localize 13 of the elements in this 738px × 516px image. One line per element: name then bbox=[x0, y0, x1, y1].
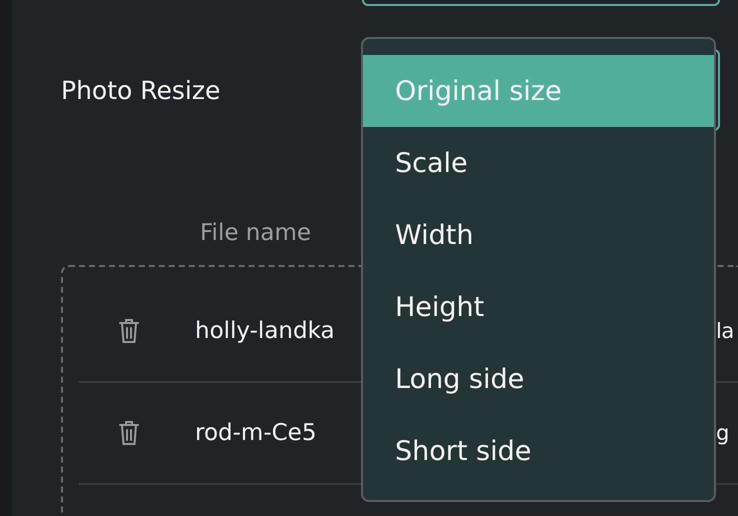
dropdown-option[interactable]: Long side bbox=[363, 343, 714, 415]
dropdown-option[interactable]: Short side bbox=[363, 415, 714, 487]
dropdown-option[interactable]: Height bbox=[363, 271, 714, 343]
trash-icon[interactable] bbox=[118, 419, 140, 447]
trash-icon[interactable] bbox=[118, 317, 140, 345]
column-header: File name bbox=[200, 220, 312, 246]
file-name: holly-landka bbox=[195, 318, 336, 344]
dropdown-option[interactable]: Scale bbox=[363, 127, 714, 199]
field-label: Photo Resize bbox=[60, 76, 222, 104]
table-cell: g bbox=[716, 421, 729, 445]
file-name: rod-m-Ce5 bbox=[195, 420, 318, 446]
dropdown-option[interactable]: Width bbox=[363, 199, 714, 271]
table-cell: la bbox=[716, 319, 734, 343]
